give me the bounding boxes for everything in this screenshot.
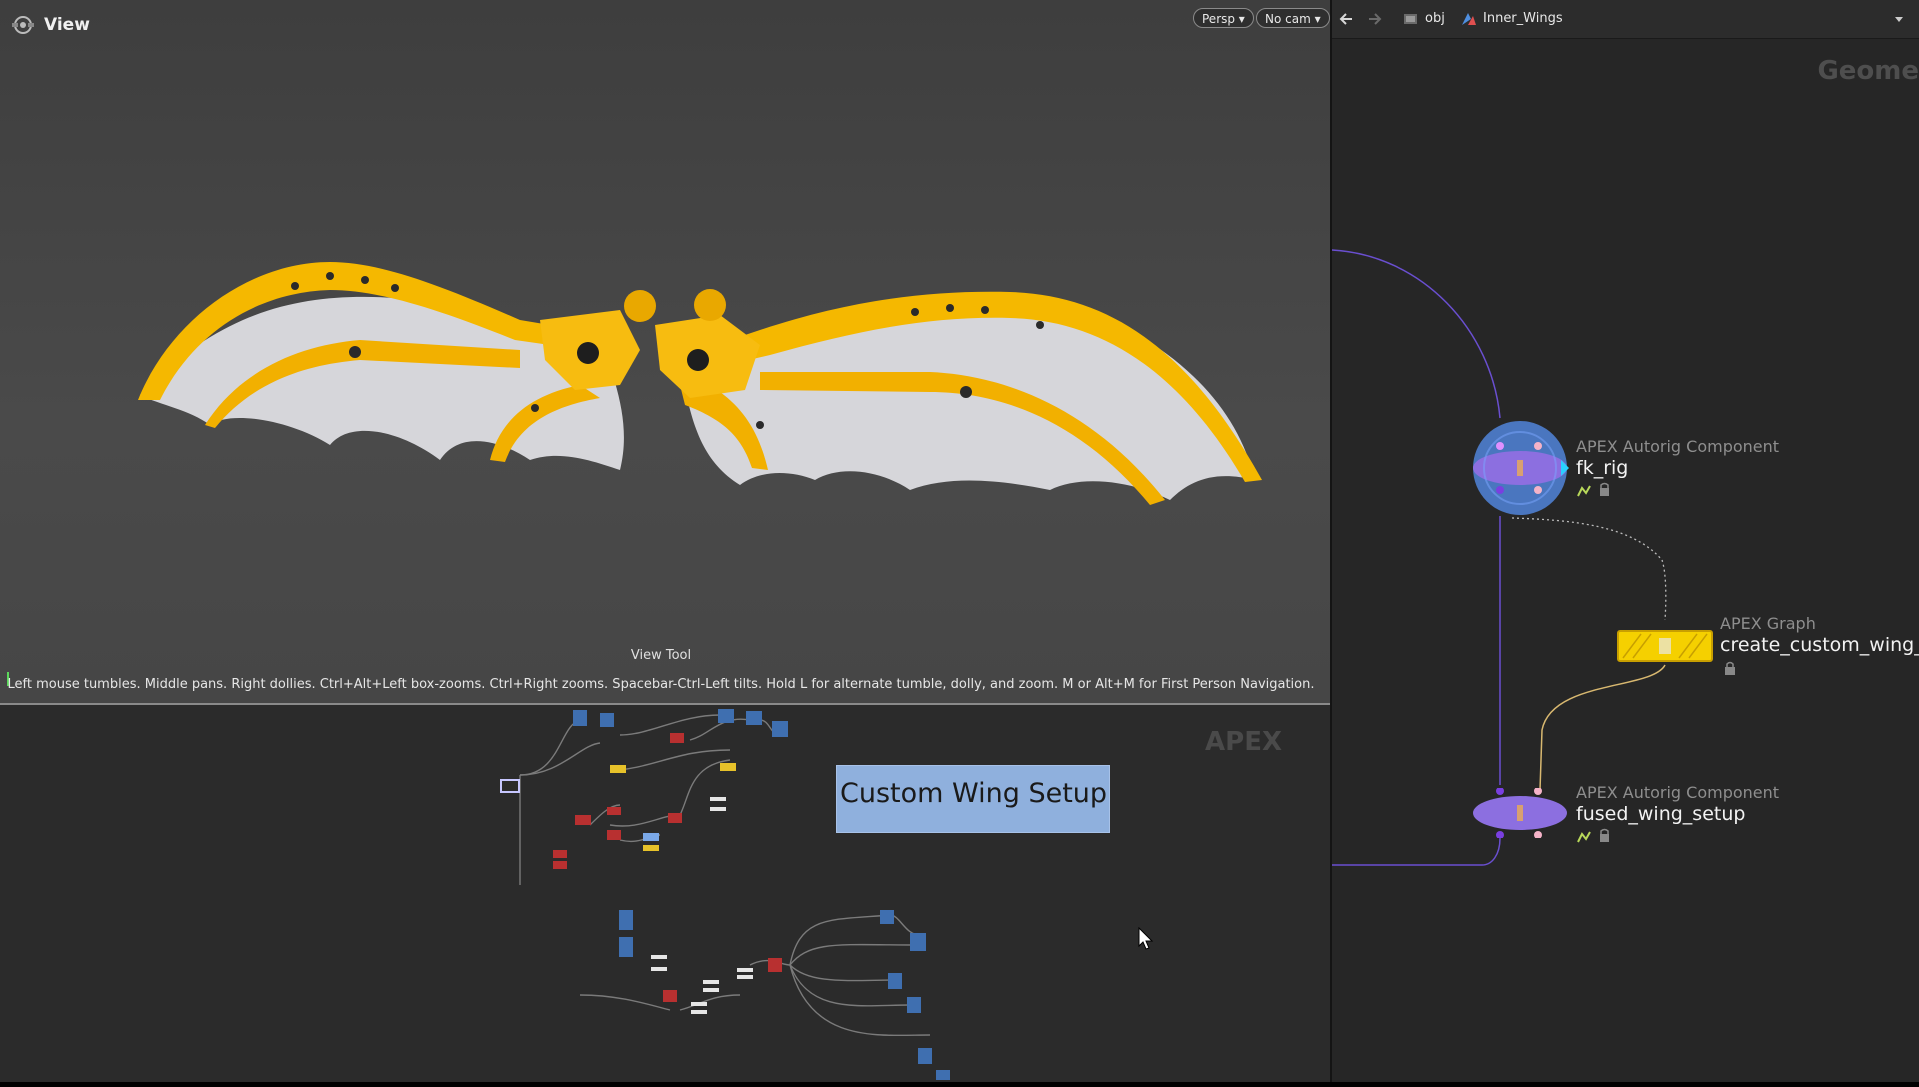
node-create-custom-wing[interactable]	[1617, 630, 1713, 662]
node-fused-wing-setup-name[interactable]: fused_wing_setup	[1576, 803, 1745, 825]
network-editor[interactable]: obj Inner_Wings Geome APEX Autorig Compo…	[1332, 0, 1919, 1082]
autorig-component-icon	[1473, 787, 1567, 839]
node-fused-wing-setup[interactable]	[1470, 787, 1570, 839]
autorig-component-icon	[1473, 421, 1569, 515]
apex-graph-nodes[interactable]	[0, 705, 1330, 1082]
tool-help-text: Left mouse tumbles. Middle pans. Right d…	[7, 677, 1315, 692]
right-wing	[655, 289, 1262, 505]
node-create-custom-wing-lock-icon	[1725, 661, 1735, 675]
apex-graph-pane[interactable]: APEX Custom Wing Setup	[0, 705, 1330, 1082]
bottom-edge	[0, 1082, 1919, 1087]
sticky-note-text: Custom Wing Setup	[840, 778, 1108, 809]
node-fk-rig[interactable]	[1470, 418, 1570, 518]
left-wing	[138, 262, 656, 470]
mouse-cursor-icon	[1138, 927, 1154, 950]
scene-viewport[interactable]: View Persp ▾ No cam ▾ View Tool Left mou…	[0, 0, 1330, 703]
node-create-custom-wing-name[interactable]: create_custom_wing_r	[1720, 634, 1919, 656]
network-wires	[1332, 249, 1667, 866]
node-fk-rig-flags-icon	[1577, 482, 1609, 497]
node-fused-wing-setup-flags-icon	[1577, 828, 1609, 843]
wings-model[interactable]	[0, 0, 1330, 703]
current-tool-label: View Tool	[630, 648, 692, 663]
node-create-custom-wing-type: APEX Graph	[1720, 614, 1816, 633]
node-fused-wing-setup-type: APEX Autorig Component	[1576, 783, 1780, 802]
node-fk-rig-type: APEX Autorig Component	[1576, 437, 1780, 456]
node-fk-rig-name[interactable]: fk_rig	[1576, 457, 1628, 479]
apex-graph-icon	[1622, 633, 1708, 659]
sticky-note[interactable]: Custom Wing Setup	[836, 765, 1110, 833]
